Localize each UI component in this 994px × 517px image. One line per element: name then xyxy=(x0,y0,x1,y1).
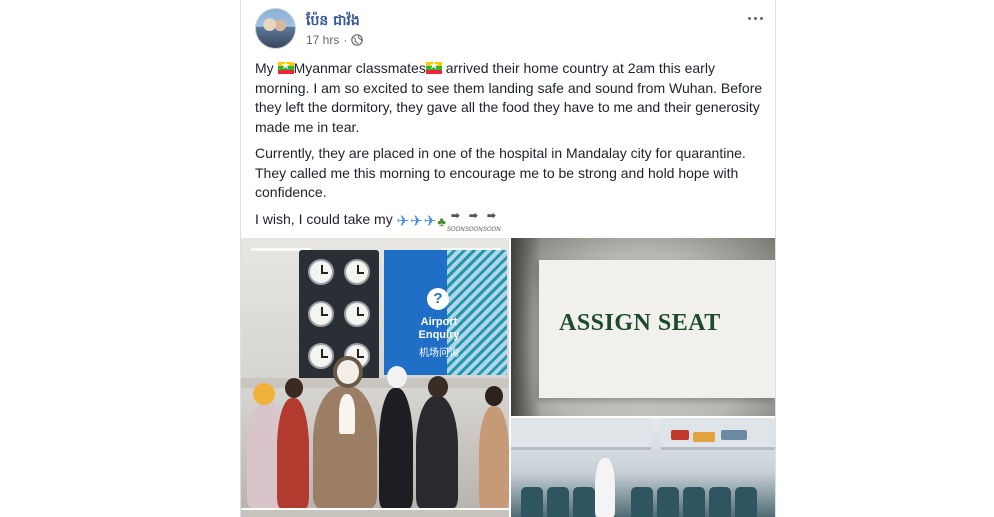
emoji-group: ✈ ✈ ✈ ♣ ➡ SOON ➡ SOON ➡ SOON xyxy=(396,209,501,233)
airplane-icon: ✈ xyxy=(423,212,437,230)
author-avatar[interactable] xyxy=(255,8,296,49)
post-header: ប៉ែន ជាវ៉ង 17 hrs · xyxy=(255,8,765,52)
post-body: My Myanmar classmates arrived their home… xyxy=(255,59,763,238)
tree-icon: ♣ xyxy=(437,213,446,229)
flag-myanmar-icon xyxy=(277,59,294,74)
assign-seat-text: ASSIGN SEAT xyxy=(559,310,721,336)
facebook-post: ប៉ែន ជាវ៉ង 17 hrs · My Myanmar classmate… xyxy=(240,0,776,517)
soon-arrow-icon: ➡ SOON xyxy=(482,209,501,233)
soon-arrow-icon: ➡ SOON xyxy=(446,209,465,233)
flag-myanmar-icon xyxy=(425,59,442,74)
soon-arrow-icon: ➡ SOON xyxy=(464,209,483,233)
more-options-icon[interactable] xyxy=(745,8,765,28)
airport-photo[interactable]: ? Airport Enquiry 机场问询 xyxy=(241,238,509,508)
post-paragraph-3: I wish, I could take my ✈ ✈ ✈ ♣ ➡ SOON ➡ S… xyxy=(255,209,501,233)
airplane-icon: ✈ xyxy=(410,212,423,230)
meta-separator: · xyxy=(343,33,348,47)
photo-grid: ? Airport Enquiry 机场问询 ASSIGN SEAT xyxy=(241,238,775,517)
enquiry-sign-label: Airport Enquiry xyxy=(418,316,460,341)
post-meta: 17 hrs · xyxy=(306,33,364,47)
globe-icon[interactable] xyxy=(351,34,364,46)
question-icon: ? xyxy=(427,288,449,310)
airplane-icon: ✈ xyxy=(396,212,410,230)
airport-enquiry-sign: ? Airport Enquiry 机场问询 xyxy=(384,250,507,375)
post-paragraph-1: My Myanmar classmates arrived their home… xyxy=(255,59,763,137)
cabin-photo[interactable] xyxy=(511,418,775,517)
author-name[interactable]: ប៉ែន ជាវ៉ង xyxy=(306,11,360,32)
post-paragraph-2: Currently, they are placed in one of the… xyxy=(255,145,746,200)
right-background xyxy=(776,0,994,517)
post-timestamp[interactable]: 17 hrs xyxy=(306,33,339,47)
enquiry-sign-chinese: 机场问询 xyxy=(419,348,459,359)
left-background xyxy=(0,0,240,517)
assign-seat-photo[interactable]: ASSIGN SEAT xyxy=(511,238,775,416)
seat-sign-paper: ASSIGN SEAT xyxy=(539,260,775,398)
